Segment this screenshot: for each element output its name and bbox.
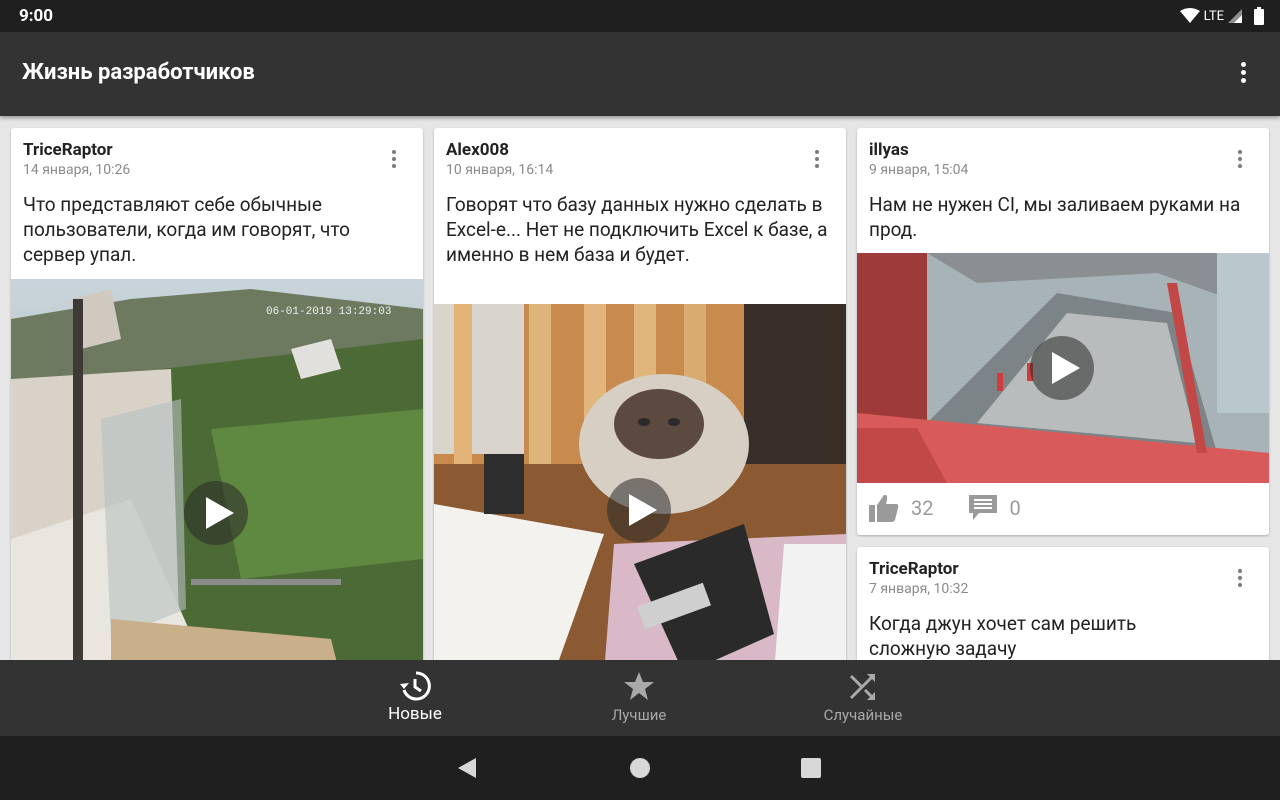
post-text: Что представляют себе обычные пользовате…: [23, 193, 350, 266]
comments-count: 0: [1009, 496, 1021, 520]
star-icon: [624, 672, 654, 700]
post-author[interactable]: TriceRaptor: [23, 140, 113, 160]
nav-label: Новые: [388, 704, 442, 724]
post-date: 7 января, 10:32: [869, 581, 969, 597]
post-author[interactable]: illyas: [869, 140, 909, 160]
post-text: Нам не нужен CI, мы заливаем руками на п…: [869, 193, 1241, 241]
nav-item-random[interactable]: Случайные: [788, 660, 938, 736]
post-footer: 32 0: [869, 494, 1021, 522]
play-button[interactable]: [607, 478, 671, 542]
video-thumbnail: 06-01-2019 13:29:03: [11, 279, 423, 660]
play-icon: [629, 494, 657, 526]
post-menu-icon[interactable]: [1237, 569, 1243, 593]
nav-item-best[interactable]: Лучшие: [564, 660, 714, 736]
status-bar: 9:00 LTE: [0, 0, 1280, 32]
post-card[interactable]: illyas 9 января, 15:04 Нам не нужен CI, …: [857, 128, 1269, 535]
back-icon[interactable]: [456, 757, 478, 779]
app-bar: Жизнь разработчиков: [0, 32, 1280, 116]
post-author[interactable]: TriceRaptor: [869, 559, 959, 579]
video-timestamp: 06-01-2019 13:29:03: [266, 306, 391, 318]
post-menu-icon[interactable]: [391, 150, 397, 174]
shuffle-icon: [849, 674, 875, 700]
signal-icon: [1228, 9, 1242, 23]
bottom-navigation: Новые Лучшие Случайные: [0, 660, 1280, 736]
thumb-up-icon[interactable]: [869, 494, 899, 522]
status-icons: LTE: [1179, 7, 1264, 25]
play-icon: [206, 497, 234, 529]
post-card[interactable]: Alex008 10 января, 16:14 Говорят что баз…: [434, 128, 846, 660]
post-video[interactable]: [434, 304, 846, 660]
post-menu-icon[interactable]: [814, 150, 820, 174]
play-icon: [1052, 352, 1080, 384]
home-icon[interactable]: [629, 757, 651, 779]
system-navigation-bar: [0, 736, 1280, 800]
status-time: 9:00: [19, 6, 54, 26]
nav-label: Лучшие: [611, 706, 667, 724]
post-card[interactable]: TriceRaptor 7 января, 10:32 Когда джун х…: [857, 547, 1269, 660]
post-author[interactable]: Alex008: [446, 140, 509, 160]
play-button[interactable]: [184, 481, 248, 545]
post-card[interactable]: TriceRaptor 14 января, 10:26 Что предста…: [11, 128, 423, 660]
nav-label: Случайные: [823, 706, 903, 724]
post-date: 9 января, 15:04: [869, 162, 969, 178]
feed: TriceRaptor 14 января, 10:26 Что предста…: [0, 116, 1280, 660]
history-icon: [400, 671, 431, 701]
post-menu-icon[interactable]: [1237, 150, 1243, 174]
battery-icon: [1254, 7, 1264, 25]
post-date: 10 января, 16:14: [446, 162, 554, 178]
post-video[interactable]: [857, 253, 1269, 483]
post-video[interactable]: 06-01-2019 13:29:03: [11, 279, 423, 660]
app-title: Жизнь разработчиков: [22, 60, 255, 85]
nav-item-new[interactable]: Новые: [340, 660, 490, 736]
network-type: LTE: [1203, 8, 1224, 24]
likes-count: 32: [911, 496, 934, 520]
play-button[interactable]: [1030, 336, 1094, 400]
post-date: 14 января, 10:26: [23, 162, 131, 178]
post-text: Когда джун хочет сам решить сложную зада…: [869, 612, 1137, 660]
more-vert-icon[interactable]: [1236, 62, 1250, 86]
recents-icon[interactable]: [800, 757, 822, 779]
post-text: Говорят что базу данных нужно сделать в …: [446, 193, 828, 266]
comment-icon[interactable]: [969, 495, 998, 521]
wifi-icon: [1179, 8, 1200, 23]
